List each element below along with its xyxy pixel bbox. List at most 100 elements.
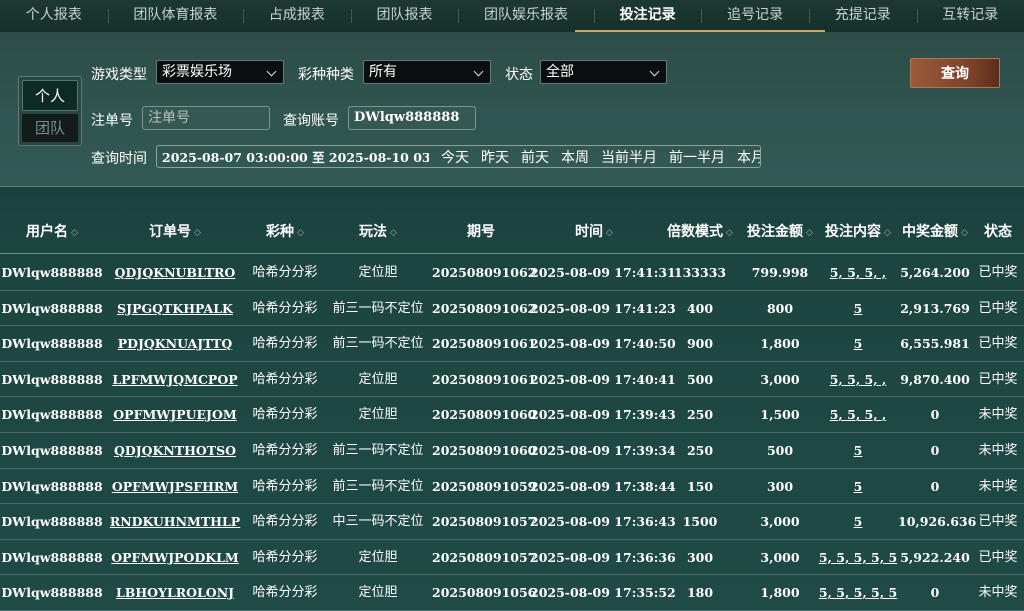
sort-icon: ◇ — [297, 228, 304, 238]
cell-bet-amount: 3,000 — [760, 371, 800, 387]
cell-status: 已中奖 — [978, 371, 1018, 387]
cell-win-amount: 2,913.769 — [900, 300, 970, 316]
tab-bet-records[interactable]: 投注记录 — [593, 0, 702, 32]
cell-time: 2025-08-09 17:40:41 — [530, 371, 676, 387]
cell-multiplier: 250 — [686, 407, 714, 423]
quick-this-month[interactable]: 本月 — [737, 147, 760, 167]
tab-team-report[interactable]: 团队报表 — [350, 0, 459, 32]
status-value: 全部 — [546, 64, 574, 80]
cell-bet-amount: 800 — [766, 300, 794, 316]
tab-chase-records[interactable]: 追号记录 — [701, 0, 809, 32]
cell-win-amount: 0 — [930, 442, 940, 458]
cell-win-amount: 5,922.240 — [900, 549, 970, 565]
cell-time: 2025-08-09 17:40:50 — [530, 336, 676, 352]
header-bet-amount[interactable]: 投注金额 ◇ — [742, 210, 818, 254]
cell-issue: 202508091057 — [432, 549, 537, 565]
tab-team-entertainment-report[interactable]: 团队娱乐报表 — [458, 0, 594, 32]
cell-lottery: 哈希分分彩 — [252, 336, 318, 352]
cell-issue: 202508091060 — [432, 442, 537, 458]
cell-order-link[interactable]: QDJQKNTHOTSO — [104, 433, 246, 468]
quick-this-week[interactable]: 本周 — [561, 147, 589, 167]
cell-bet-content-link[interactable]: 5, 5, 5, 5, 5 — [818, 575, 898, 610]
cell-multiplier: 150 — [686, 478, 714, 494]
cell-bet-content-link[interactable]: 5, 5, 5, , — [818, 397, 898, 432]
sort-icon: ◇ — [606, 228, 613, 238]
table-row: DWlqw888888 OPFMWJPSFHRM 哈希分分彩 前三一码不定位 2… — [0, 469, 1024, 505]
cell-bet-content-link[interactable]: 5, 5, 5, , — [818, 362, 898, 397]
lottery-type-value: 所有 — [369, 64, 397, 80]
sort-icon: ◇ — [726, 228, 733, 238]
cell-win-amount: 5,264.200 — [900, 265, 970, 280]
sort-icon: ◇ — [194, 228, 201, 238]
quick-yesterday[interactable]: 昨天 — [481, 147, 509, 167]
tab-deposit-withdraw-records[interactable]: 充提记录 — [808, 0, 917, 32]
cell-username: DWlqw888888 — [1, 442, 103, 458]
cell-status: 已中奖 — [978, 336, 1018, 352]
header-multiplier[interactable]: 倍数模式 ◇ — [658, 210, 742, 254]
header-play-method[interactable]: 玩法 ◇ — [324, 210, 432, 254]
header-order-number[interactable]: 订单号 ◇ — [104, 210, 246, 254]
cell-multiplier: 1500 — [682, 514, 718, 530]
tab-team-sports-report[interactable]: 团队体育报表 — [107, 0, 244, 32]
header-issue: 期号 — [467, 224, 495, 240]
game-type-label: 游戏类型 — [91, 67, 147, 83]
tab-share-report[interactable]: 占成报表 — [243, 0, 351, 32]
game-type-select[interactable]: 彩票娱乐场 — [156, 60, 284, 84]
cell-bet-content-link[interactable]: 5, 5, 5, , — [818, 255, 898, 290]
table-row: DWlqw888888 QDJQKNUBLTRO 哈希分分彩 定位胆 20250… — [0, 255, 1024, 291]
header-win-amount[interactable]: 中奖金额 ◇ — [898, 210, 972, 254]
cell-order-link[interactable]: RNDKUHNMTHLP — [104, 504, 246, 539]
cell-order-link[interactable]: OPFMWJPUEJOM — [104, 397, 246, 432]
cell-play-method: 定位胆 — [358, 549, 398, 565]
cell-bet-amount: 300 — [766, 478, 794, 494]
cell-order-link[interactable]: SJPGQTKHPALK — [104, 291, 246, 326]
sort-icon: ◇ — [71, 228, 78, 238]
cell-bet-content-link[interactable]: 5 — [818, 433, 898, 468]
header-bet-content[interactable]: 投注内容 ◇ — [818, 210, 898, 254]
query-button[interactable]: 查询 — [910, 58, 1000, 88]
sort-icon: ◇ — [961, 228, 968, 238]
cell-lottery: 哈希分分彩 — [252, 265, 318, 280]
cell-order-link[interactable]: OPFMWJPSFHRM — [104, 469, 246, 504]
header-time[interactable]: 时间 ◇ — [530, 210, 658, 254]
tab-personal-report[interactable]: 个人报表 — [0, 0, 108, 32]
cell-order-link[interactable]: QDJQKNUBLTRO — [104, 255, 246, 290]
cell-order-link[interactable]: LPFMWJQMCPOP — [104, 362, 246, 397]
query-time-label: 查询时间 — [91, 151, 147, 167]
quick-today[interactable]: 今天 — [441, 147, 469, 167]
cell-order-link[interactable]: OPFMWJPODKLM — [104, 540, 246, 575]
cell-play-method: 定位胆 — [358, 265, 398, 280]
table-row: DWlqw888888 OPFMWJPODKLM 哈希分分彩 定位胆 20250… — [0, 540, 1024, 576]
quick-previous-half-month[interactable]: 前一半月 — [669, 147, 725, 167]
cell-multiplier: 400 — [686, 300, 714, 316]
game-type-value: 彩票娱乐场 — [162, 64, 232, 80]
cell-bet-amount: 3,000 — [760, 549, 800, 565]
quick-current-half-month[interactable]: 当前半月 — [601, 147, 657, 167]
scope-personal-button[interactable]: 个人 — [22, 80, 78, 111]
cell-bet-content-link[interactable]: 5 — [818, 469, 898, 504]
account-input[interactable]: DWlqw888888 — [348, 106, 476, 130]
chevron-down-icon — [473, 66, 484, 77]
cell-bet-amount: 1,800 — [760, 336, 800, 352]
status-select[interactable]: 全部 — [540, 60, 667, 84]
header-lottery[interactable]: 彩种 ◇ — [246, 210, 324, 254]
cell-bet-content-link[interactable]: 5, 5, 5, 5, 5 — [818, 540, 898, 575]
cell-bet-content-link[interactable]: 5 — [818, 504, 898, 539]
order-number-input[interactable]: 注单号 — [142, 106, 270, 130]
quick-day-before[interactable]: 前天 — [521, 147, 549, 167]
tab-transfer-records[interactable]: 互转记录 — [916, 0, 1024, 32]
cell-bet-content-link[interactable]: 5 — [818, 291, 898, 326]
cell-order-link[interactable]: LBHOYLROLONJ — [104, 575, 246, 610]
cell-issue: 202508091061 — [432, 371, 537, 387]
cell-win-amount: 0 — [930, 478, 940, 494]
cell-order-link[interactable]: PDJQKNUAJTTQ — [104, 326, 246, 361]
header-username[interactable]: 用户名 ◇ — [0, 210, 104, 254]
cell-username: DWlqw888888 — [1, 514, 103, 530]
date-range-input[interactable]: 2025-08-07 03:00:00 至 2025-08-10 03:00:0… — [157, 147, 429, 166]
chevron-down-icon — [266, 66, 277, 77]
cell-status: 未中奖 — [978, 407, 1018, 423]
lottery-type-select[interactable]: 所有 — [363, 60, 491, 84]
cell-bet-content-link[interactable]: 5 — [818, 326, 898, 361]
scope-team-button[interactable]: 团队 — [22, 113, 78, 142]
lottery-type-label: 彩种种类 — [298, 67, 354, 83]
